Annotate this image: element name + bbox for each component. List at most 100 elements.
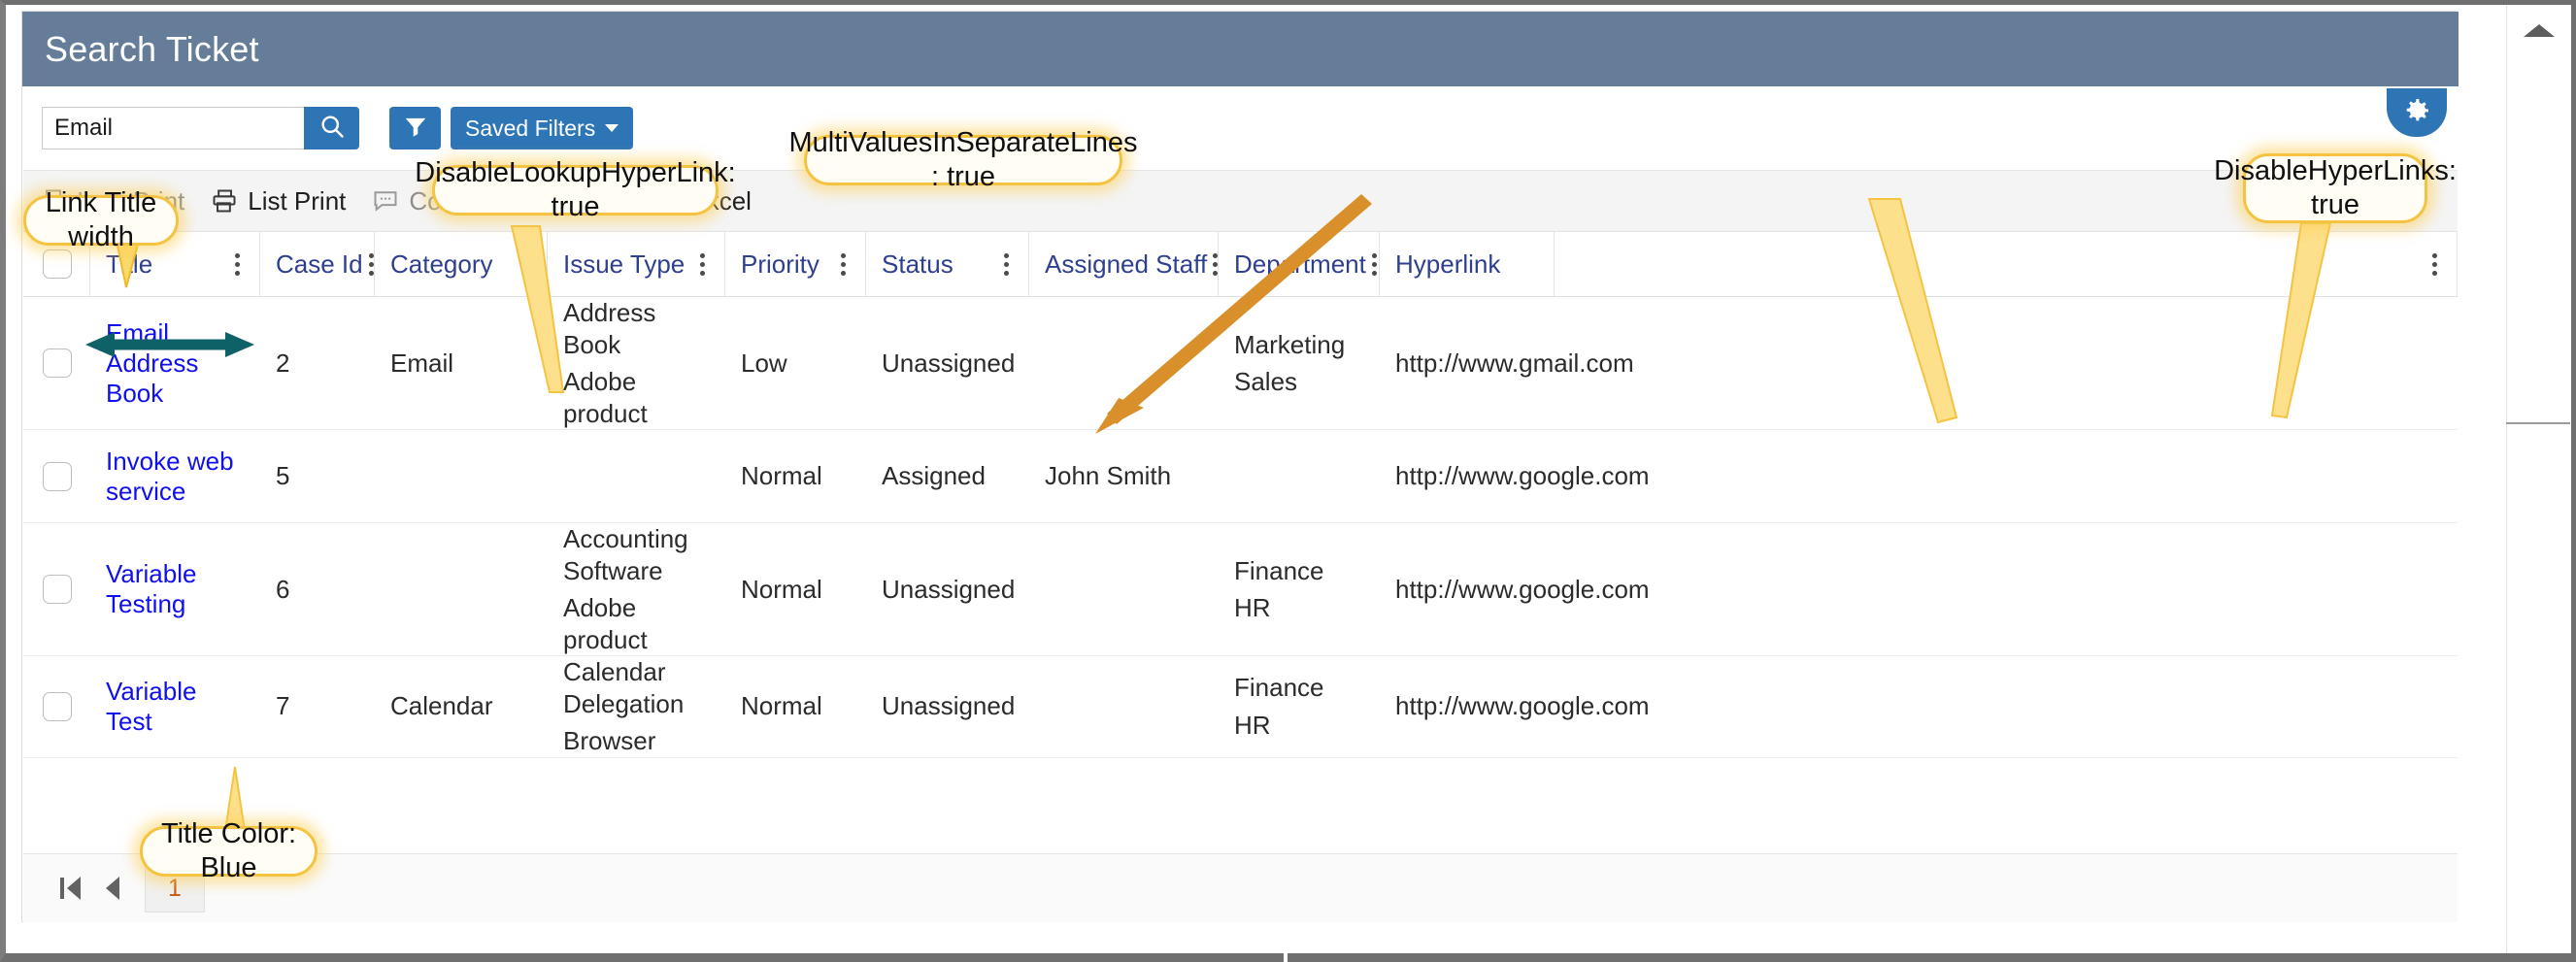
cell-case-id: 5	[276, 461, 290, 490]
chevron-down-icon	[605, 124, 619, 132]
cell-category	[375, 430, 548, 522]
search-icon	[318, 113, 346, 145]
department-value: HR	[1234, 593, 1271, 622]
issue-type-value: Adobe product	[563, 367, 648, 428]
cell-issue-type: Accounting Software Adobe product	[548, 523, 725, 655]
cell-category: Calendar	[390, 691, 493, 721]
cell-priority: Low	[741, 348, 787, 378]
cell-department	[1219, 430, 1380, 522]
row-checkbox[interactable]	[42, 691, 72, 721]
pagination-bar: 1	[23, 853, 2458, 922]
column-header-case-id[interactable]: Case Id	[260, 232, 375, 296]
scroll-up-arrow-icon[interactable]	[2507, 13, 2571, 48]
cell-assigned-staff: John Smith	[1045, 461, 1172, 490]
search-button[interactable]	[304, 107, 359, 149]
page-title: Search Ticket	[45, 28, 259, 69]
column-menu-priority-icon[interactable]	[835, 249, 852, 280]
column-menu-category-icon[interactable]	[517, 249, 533, 280]
cell-assigned-staff	[1029, 656, 1219, 757]
annotation-disable-hyperlinks-text: DisableHyperLinks: true	[2214, 154, 2457, 220]
cell-hyperlink: http://www.google.com	[1380, 523, 1650, 655]
row-checkbox[interactable]	[42, 348, 72, 378]
column-header-assigned-staff[interactable]: Assigned Staff	[1029, 232, 1219, 296]
column-header-priority[interactable]: Priority	[725, 232, 866, 296]
column-header-department[interactable]: Department	[1219, 232, 1380, 296]
row-select-cell[interactable]	[23, 523, 90, 655]
cell-overflow	[1555, 297, 2458, 429]
grid-header-row: Title Case Id Category Issue Type Priori…	[23, 232, 2458, 297]
column-header-issue-type[interactable]: Issue Type	[548, 232, 725, 296]
cell-title[interactable]: Invoke web service	[90, 430, 260, 522]
previous-page-icon	[106, 877, 119, 900]
list-printer-icon	[210, 186, 239, 216]
cell-title[interactable]: Variable Testing	[90, 523, 260, 655]
annotation-multivalues-separate-lines-text: MultiValuesInSeparateLines : true	[788, 126, 1138, 192]
column-header-status-label: Status	[882, 249, 953, 279]
cell-overflow	[1555, 430, 2458, 522]
command-toolbar: Item Print List Print Comment	[23, 170, 2458, 232]
cell-department: Marketing Sales	[1219, 297, 1380, 429]
cell-department: Finance HR	[1219, 656, 1380, 757]
column-header-assigned-staff-label: Assigned Staff	[1045, 249, 1208, 279]
department-value: Finance	[1234, 555, 1324, 585]
cell-title[interactable]: Email Address Book	[90, 297, 260, 429]
issue-type-value: Address Book	[563, 298, 656, 359]
table-row[interactable]: Variable Testing 6 Accounting Software A…	[23, 523, 2458, 656]
annotation-title-color-blue-text: Title Color: Blue	[160, 817, 297, 883]
list-print-button[interactable]: List Print	[210, 186, 346, 216]
cell-status: Assigned	[882, 461, 986, 490]
annotation-disable-lookup-hyperlink-text: DisableLookupHyperLink: true	[415, 156, 736, 222]
title-link[interactable]: Invoke web service	[106, 447, 245, 507]
first-page-icon	[60, 878, 64, 899]
filter-icon	[403, 114, 428, 144]
column-menu-issue-type-icon[interactable]	[694, 249, 711, 280]
column-menu-status-icon[interactable]	[998, 249, 1015, 280]
cell-overflow	[1555, 523, 2458, 655]
cell-status: Unassigned	[882, 574, 1016, 604]
cell-assigned-staff	[1029, 297, 1219, 429]
column-menu-overflow-icon[interactable]	[2426, 249, 2443, 280]
cell-priority: Normal	[741, 574, 822, 604]
panel-title-bar: Search Ticket	[22, 12, 2459, 86]
window-bottom-split	[1284, 953, 1288, 962]
comment-icon	[371, 186, 400, 216]
title-link[interactable]: Variable Testing	[106, 559, 245, 619]
column-header-category-label: Category	[390, 249, 493, 279]
cell-issue-type	[548, 430, 725, 522]
cell-category	[375, 523, 548, 655]
search-input[interactable]	[42, 107, 304, 149]
column-menu-title-icon[interactable]	[229, 249, 246, 280]
row-checkbox[interactable]	[42, 575, 72, 604]
saved-filters-button[interactable]: Saved Filters	[451, 107, 634, 149]
row-select-cell[interactable]	[23, 656, 90, 757]
issue-type-value: Browser	[563, 726, 656, 755]
issue-type-value: Accounting Software	[563, 524, 688, 585]
search-ticket-panel: Search Ticket Saved Filters	[21, 11, 2459, 922]
department-value: HR	[1234, 710, 1271, 740]
filter-button[interactable]	[389, 107, 441, 149]
column-header-status[interactable]: Status	[866, 232, 1029, 296]
vertical-scrollbar[interactable]	[2506, 5, 2571, 953]
row-select-cell[interactable]	[23, 297, 90, 429]
column-header-overflow[interactable]	[1555, 232, 2458, 296]
cell-category: Email	[390, 348, 454, 378]
table-row[interactable]: Invoke web service 5 Normal Assigned Joh…	[23, 430, 2458, 523]
cell-issue-type: Calendar Delegation Browser	[548, 656, 725, 757]
cell-priority: Normal	[741, 461, 822, 490]
title-link[interactable]: Variable Test	[106, 677, 245, 737]
previous-page-button[interactable]	[106, 877, 119, 900]
annotation-link-title-width-text: Link Title width	[45, 186, 157, 252]
table-row[interactable]: Variable Test 7 Calendar Calendar Delega…	[23, 656, 2458, 758]
column-header-hyperlink[interactable]: Hyperlink	[1380, 232, 1555, 296]
title-link[interactable]: Email Address Book	[106, 318, 245, 409]
column-header-department-label: Department	[1234, 249, 1366, 279]
table-row[interactable]: Email Address Book 2 Email Address Book …	[23, 297, 2458, 430]
annotation-link-title-width: Link Title width	[23, 187, 179, 252]
cell-title[interactable]: Variable Test	[90, 656, 260, 757]
annotation-title-color-blue: Title Color: Blue	[140, 818, 318, 883]
first-page-button[interactable]	[60, 877, 81, 900]
scrollbar-track-marker	[2506, 422, 2570, 424]
row-checkbox[interactable]	[42, 461, 72, 491]
row-select-cell[interactable]	[23, 430, 90, 522]
column-header-category[interactable]: Category	[375, 232, 548, 296]
